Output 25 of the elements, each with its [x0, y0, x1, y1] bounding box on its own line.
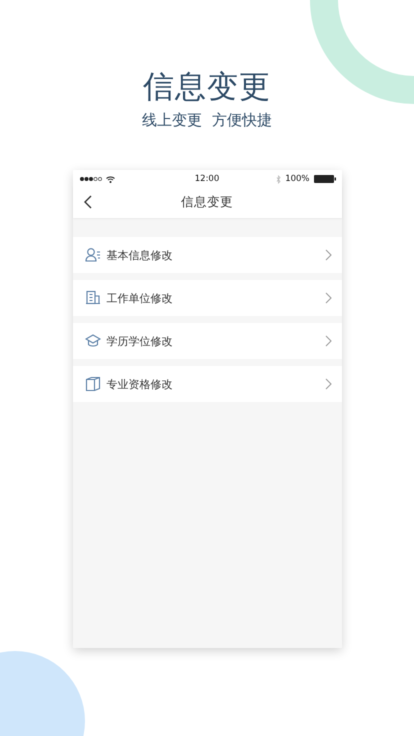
signal-icon [78, 176, 102, 182]
menu-label: 专业资格修改 [106, 376, 174, 392]
chevron-right-icon [324, 292, 332, 304]
menu-item[interactable]: 专业资格修改 [72, 366, 342, 402]
menu-label: 基本信息修改 [106, 248, 174, 262]
menu-item[interactable]: 工作单位修改 [72, 280, 342, 316]
subtitle: 线上变更 方便快捷 [142, 110, 272, 131]
graduation-cap-icon [84, 333, 100, 349]
wifi-icon [106, 176, 114, 182]
headline: 信息变更 [143, 68, 271, 107]
menu-item[interactable]: 基本信息修改 [72, 237, 342, 273]
back-icon[interactable] [82, 195, 92, 209]
bluetooth-icon [276, 174, 282, 184]
nav-title: 信息变更 [181, 194, 233, 210]
battery-icon [314, 175, 336, 183]
chevron-right-icon [324, 335, 332, 347]
menu-label: 工作单位修改 [106, 290, 174, 306]
building-icon [84, 290, 100, 306]
battery-level: 100% [285, 174, 310, 184]
menu-item[interactable]: 学历学位修改 [72, 323, 342, 359]
person-icon [84, 247, 100, 263]
status-time: 12:00 [194, 174, 220, 184]
chevron-right-icon [324, 249, 332, 261]
menu-label: 学历学位修改 [106, 334, 174, 348]
chevron-right-icon [324, 378, 332, 390]
